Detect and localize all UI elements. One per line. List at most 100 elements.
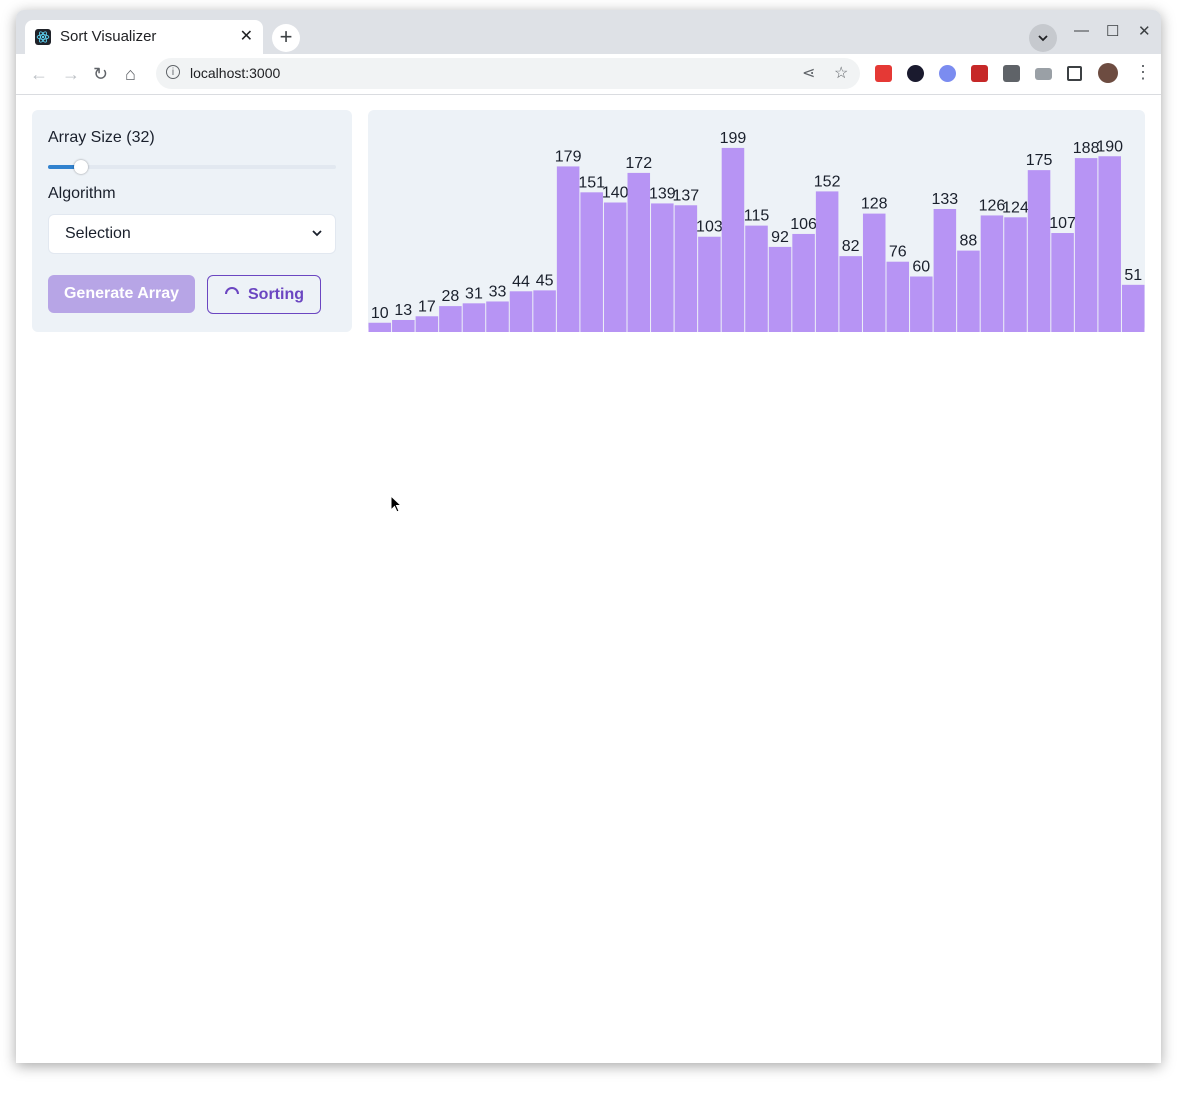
bar-2 (415, 316, 439, 332)
bar-21 (862, 213, 886, 332)
bar-10 (603, 202, 627, 332)
bar-5 (486, 301, 509, 332)
bar-17 (768, 246, 792, 332)
new-tab-button[interactable]: + (272, 24, 300, 52)
algorithm-label: Algorithm (48, 185, 116, 202)
tab-title: Sort Visualizer (60, 28, 157, 45)
bar-30 (1074, 158, 1098, 332)
algorithm-select[interactable]: Selection (48, 214, 336, 254)
bar-1 (392, 319, 415, 332)
bar-label-18: 106 (790, 216, 817, 233)
avatar[interactable] (1098, 63, 1118, 83)
bar-label-16: 115 (744, 208, 770, 225)
bar-label-19: 152 (814, 173, 841, 190)
array-size-label: Array Size (32) (48, 129, 155, 146)
bar-26 (980, 215, 1004, 332)
mouse-cursor-icon (390, 495, 402, 513)
close-window-icon[interactable]: ✕ (1138, 22, 1151, 40)
bar-15 (721, 147, 745, 332)
maximize-icon[interactable]: ☐ (1106, 22, 1119, 40)
minimize-icon[interactable]: — (1074, 22, 1089, 39)
bar-chart-svg: 10 13 1728 31 3344 45179151140172139137103199… (368, 130, 1145, 332)
slider-thumb[interactable] (74, 160, 89, 174)
bar-27 (1004, 217, 1027, 332)
bar-25 (957, 250, 980, 332)
bar-label-11: 172 (625, 155, 652, 172)
bar-label-7: 45 (536, 272, 554, 289)
address-bar[interactable]: i localhost:3000 ⋖ ☆ (156, 58, 860, 89)
sorting-label: Sorting (248, 286, 304, 303)
react-favicon-icon (35, 29, 51, 45)
bar-chart: 10 13 17 28 31 33 44 45 179 151 140 172 139 137 103 199… (368, 110, 1145, 332)
bar-label-21: 128 (861, 196, 888, 213)
share-icon[interactable]: ⋖ (802, 63, 815, 83)
extension-4-icon[interactable] (971, 65, 988, 82)
side-panel-icon[interactable] (1067, 66, 1082, 81)
bar-11 (627, 172, 651, 332)
bar-31 (1098, 156, 1121, 332)
bar-22 (886, 261, 910, 332)
close-tab-icon[interactable]: ✕ (240, 26, 253, 46)
tab-search-button[interactable] (1029, 24, 1057, 52)
bar-label-15: 199 (720, 130, 747, 147)
bar-label-3: 28 (442, 288, 460, 305)
bar-32 (1121, 284, 1145, 332)
bar-label-28: 175 (1026, 152, 1053, 169)
bar-29 (1051, 233, 1074, 332)
bar-14 (698, 236, 721, 332)
bar-3 (439, 306, 462, 332)
bar-0 (368, 322, 392, 332)
bar-label-29: 107 (1049, 215, 1076, 232)
bar-label-17: 92 (771, 229, 789, 246)
bar-label-20: 82 (842, 238, 860, 255)
extension-2-icon[interactable] (907, 65, 924, 82)
controls-panel: Array Size (32) Algorithm Selection Gene… (32, 110, 352, 332)
sorting-button[interactable]: Sorting (207, 275, 321, 314)
bar-label-23: 60 (912, 259, 930, 276)
spinner-icon (225, 287, 239, 295)
bar-label-4: 31 (465, 285, 483, 302)
chevron-down-icon (1038, 35, 1048, 42)
bar-label-22: 76 (889, 244, 907, 261)
bar-label-10: 140 (602, 185, 629, 202)
tab-bar: Sort Visualizer ✕ + — ☐ ✕ (16, 10, 1161, 54)
bar-label-14: 103 (696, 219, 723, 236)
generate-array-button[interactable]: Generate Array (48, 275, 195, 313)
bar-8 (556, 166, 580, 332)
bar-4 (462, 303, 486, 332)
extension-3-icon[interactable] (939, 65, 956, 82)
bar-label-25: 88 (960, 233, 978, 250)
bar-20 (839, 256, 862, 332)
bar-18 (792, 233, 815, 332)
home-icon[interactable]: ⌂ (125, 64, 136, 85)
bar-label-24: 133 (932, 191, 959, 208)
bar-19 (815, 191, 839, 332)
browser-window: Sort Visualizer ✕ + — ☐ ✕ ← → ↻ ⌂ i loca… (16, 10, 1161, 1063)
extensions-puzzle-icon[interactable] (1003, 65, 1020, 82)
algorithm-selected-value: Selection (65, 225, 131, 242)
array-size-slider[interactable] (48, 160, 336, 174)
bar-9 (580, 192, 603, 332)
bar-label-27: 124 (1002, 199, 1029, 216)
bar-label-2: 17 (418, 298, 436, 315)
back-icon[interactable]: ← (30, 64, 48, 85)
page-content: Array Size (32) Algorithm Selection Gene… (16, 95, 1161, 1063)
bar-16 (745, 225, 768, 332)
site-info-icon[interactable]: i (166, 65, 180, 79)
bar-12 (651, 203, 674, 332)
extension-1-icon[interactable] (875, 65, 892, 82)
bar-label-31: 190 (1096, 138, 1123, 155)
bar-13 (674, 205, 698, 332)
bar-28 (1027, 170, 1051, 332)
forward-icon[interactable]: → (62, 64, 80, 85)
menu-kebab-icon[interactable]: ⋮ (1134, 62, 1152, 83)
reload-icon[interactable]: ↻ (93, 64, 108, 85)
bookmark-star-icon[interactable]: ☆ (834, 63, 848, 83)
bar-label-1: 13 (394, 302, 412, 319)
url-text[interactable]: localhost:3000 (190, 65, 280, 81)
bar-label-5: 33 (489, 283, 507, 300)
tab-sort-visualizer[interactable]: Sort Visualizer ✕ (25, 20, 263, 54)
bar-label-13: 137 (673, 187, 700, 204)
bar-7 (533, 290, 556, 332)
media-queue-icon[interactable] (1035, 68, 1052, 80)
